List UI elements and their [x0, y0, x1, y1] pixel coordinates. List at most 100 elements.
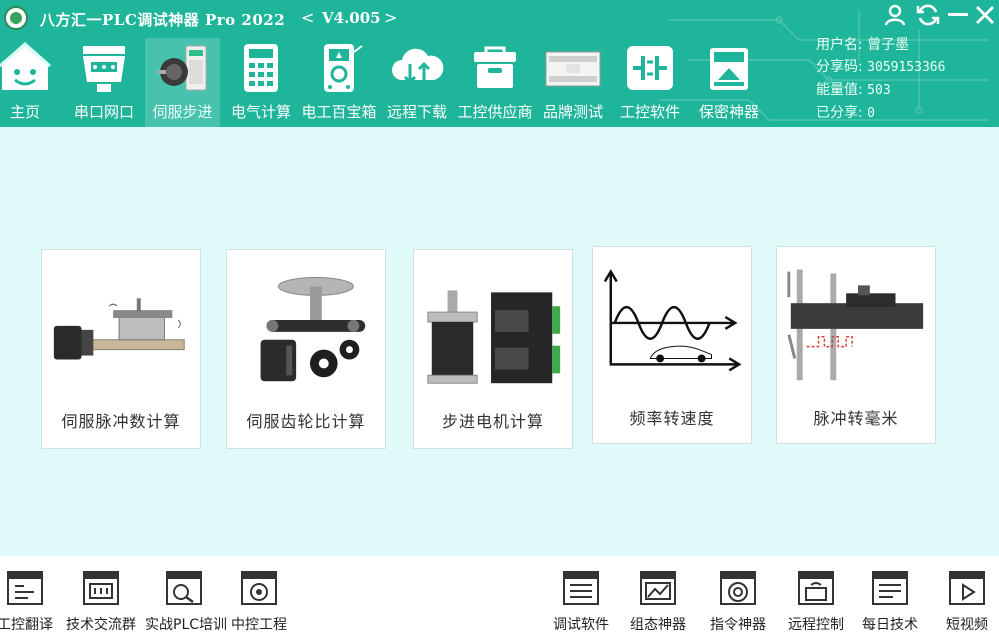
- nav-label: 主页: [9, 103, 40, 121]
- daily-tech-icon: [872, 571, 908, 605]
- instruction-lib-icon: [720, 571, 756, 605]
- energy-row: 能量值: 503: [816, 79, 945, 102]
- remote-control-icon: [798, 571, 834, 605]
- caliper-pulse-illustration: [787, 269, 924, 381]
- version-label: V4.005: [322, 9, 381, 27]
- nav-item-toolbox[interactable]: 电工百宝箱: [297, 38, 381, 127]
- refresh-icon[interactable]: [915, 2, 941, 28]
- servo-motor-icon: [157, 45, 206, 91]
- card-stepper-motor-calc[interactable]: 步进电机计算: [413, 249, 573, 449]
- nav-label: 远程下载: [386, 103, 447, 121]
- shared-label: 已分享:: [816, 105, 863, 121]
- servo-tools-panel: 伺服脉冲数计算 伺服齿轮比计算 步进电机计算 频率转速度 脉冲转毫米: [0, 127, 999, 556]
- card-label: 伺服齿轮比计算: [246, 412, 366, 431]
- card-pulse-to-mm[interactable]: 脉冲转毫米: [776, 246, 936, 444]
- central-control-window-icon: [241, 571, 277, 605]
- stepper-motor-driver-illustration: [427, 290, 561, 384]
- tool-instruction-lib[interactable]: 指令神器: [705, 570, 771, 634]
- username-label: 用户名:: [816, 37, 863, 53]
- energy-label: 能量值:: [816, 82, 863, 98]
- supplier-box-icon: [474, 46, 516, 88]
- nav-label: 电气计算: [230, 103, 291, 121]
- nav-item-brand-test[interactable]: 品牌测试: [539, 38, 607, 127]
- share-code-label: 分享码:: [816, 59, 863, 75]
- nav-label: 伺服步进: [152, 103, 213, 121]
- tool-industrial-translate[interactable]: 工控翻译: [0, 570, 54, 634]
- app-title: 八方汇一PLC调试神器 Pro 2022: [40, 11, 286, 29]
- plc-device-icon: [545, 51, 601, 87]
- tool-label: 实战PLC培训: [145, 617, 228, 633]
- user-icon[interactable]: [882, 2, 908, 28]
- tech-group-window-icon: [83, 571, 119, 605]
- version-next-button[interactable]: >: [384, 8, 397, 27]
- calculator-icon: [244, 44, 278, 92]
- nav-item-home[interactable]: 主页: [0, 38, 51, 127]
- multimeter-icon: [324, 44, 363, 92]
- home-face-icon: [0, 42, 51, 90]
- nav-item-serial[interactable]: 串口网口: [68, 38, 140, 127]
- servo-gear-illustration: [260, 277, 366, 382]
- tool-plc-training[interactable]: 实战PLC培训: [145, 570, 228, 634]
- tool-central-control[interactable]: 中控工程: [226, 570, 292, 634]
- short-video-icon: [949, 571, 985, 605]
- nav-label: 工控软件: [619, 103, 680, 121]
- frequency-speed-chart-illustration: [603, 269, 742, 372]
- tool-label: 调试软件: [553, 617, 609, 633]
- translate-window-icon: [7, 571, 43, 605]
- tool-short-video[interactable]: 短视频: [940, 570, 994, 634]
- card-frequency-to-speed[interactable]: 频率转速度: [592, 246, 752, 444]
- card-label: 脉冲转毫米: [813, 409, 899, 428]
- shared-row: 已分享: 0: [816, 102, 945, 125]
- card-servo-gear-ratio[interactable]: 伺服齿轮比计算: [226, 249, 386, 449]
- username-value: 曾子墨: [867, 37, 910, 53]
- cloud-transfer-icon: [392, 48, 444, 85]
- nav-item-electric-calc[interactable]: 电气计算: [226, 38, 296, 127]
- nav-label: 品牌测试: [542, 103, 603, 121]
- footer-toolbar: 工控翻译 技术交流群 实战PLC培训 中控工程 调试软件 组态神器 指令神器 远…: [0, 556, 999, 639]
- tool-label: 短视频: [946, 617, 988, 633]
- tool-label: 指令神器: [710, 617, 766, 633]
- tool-label: 工控翻译: [0, 617, 53, 633]
- title-bar: 八方汇一PLC调试神器 Pro 2022 < V4.005 >: [0, 0, 999, 36]
- share-code-row: 分享码: 3059153366: [816, 56, 945, 79]
- card-label: 步进电机计算: [441, 412, 544, 431]
- version-prev-button[interactable]: <: [301, 8, 314, 27]
- nav-label: 串口网口: [73, 103, 134, 121]
- close-icon[interactable]: [972, 2, 998, 28]
- energy-value: 503: [867, 83, 891, 98]
- card-label: 频率转速度: [629, 409, 715, 428]
- nav-label: 电工百宝箱: [301, 103, 377, 121]
- nav-item-supplier[interactable]: 工控供应商: [455, 38, 535, 127]
- debug-software-icon: [563, 571, 599, 605]
- nav-item-servo[interactable]: 伺服步进: [145, 38, 220, 127]
- plc-training-window-icon: [166, 571, 202, 605]
- share-code-value: 3059153366: [867, 60, 946, 75]
- secure-device-icon: [710, 48, 748, 90]
- nav-label: 工控供应商: [457, 103, 533, 121]
- app-logo: [4, 6, 28, 30]
- nav-label: 保密神器: [698, 103, 759, 121]
- tool-remote-control[interactable]: 远程控制: [783, 570, 849, 634]
- tool-label: 组态神器: [630, 617, 686, 633]
- serial-port-icon: [83, 46, 125, 92]
- scada-config-icon: [640, 571, 676, 605]
- tool-label: 远程控制: [788, 617, 844, 633]
- card-servo-pulse-calc[interactable]: 伺服脉冲数计算: [41, 249, 201, 449]
- tool-scada-config[interactable]: 组态神器: [625, 570, 691, 634]
- nav-item-remote-download[interactable]: 远程下载: [383, 38, 451, 127]
- tool-debug-software[interactable]: 调试软件: [548, 570, 614, 634]
- servo-linear-stage-illustration: [53, 298, 185, 360]
- tool-label: 中控工程: [231, 617, 287, 633]
- tool-tech-group[interactable]: 技术交流群: [62, 570, 140, 634]
- tool-label: 每日技术: [862, 617, 918, 633]
- nav-item-software[interactable]: 工控软件: [615, 38, 685, 127]
- ladder-contact-icon: [627, 46, 673, 90]
- user-info-panel: 用户名: 曾子墨 分享码: 3059153366 能量值: 503 已分享: 0: [816, 34, 945, 125]
- card-label: 伺服脉冲数计算: [61, 412, 181, 431]
- tool-daily-tech[interactable]: 每日技术: [857, 570, 923, 634]
- shared-value: 0: [867, 106, 875, 121]
- username-row: 用户名: 曾子墨: [816, 34, 945, 56]
- nav-item-security[interactable]: 保密神器: [693, 38, 765, 127]
- main-nav: 主页 串口网口 伺服步进 电气计算 电工百宝箱 远程下载 工控供应商 品牌测试 …: [0, 38, 780, 127]
- minimize-icon[interactable]: [945, 2, 971, 28]
